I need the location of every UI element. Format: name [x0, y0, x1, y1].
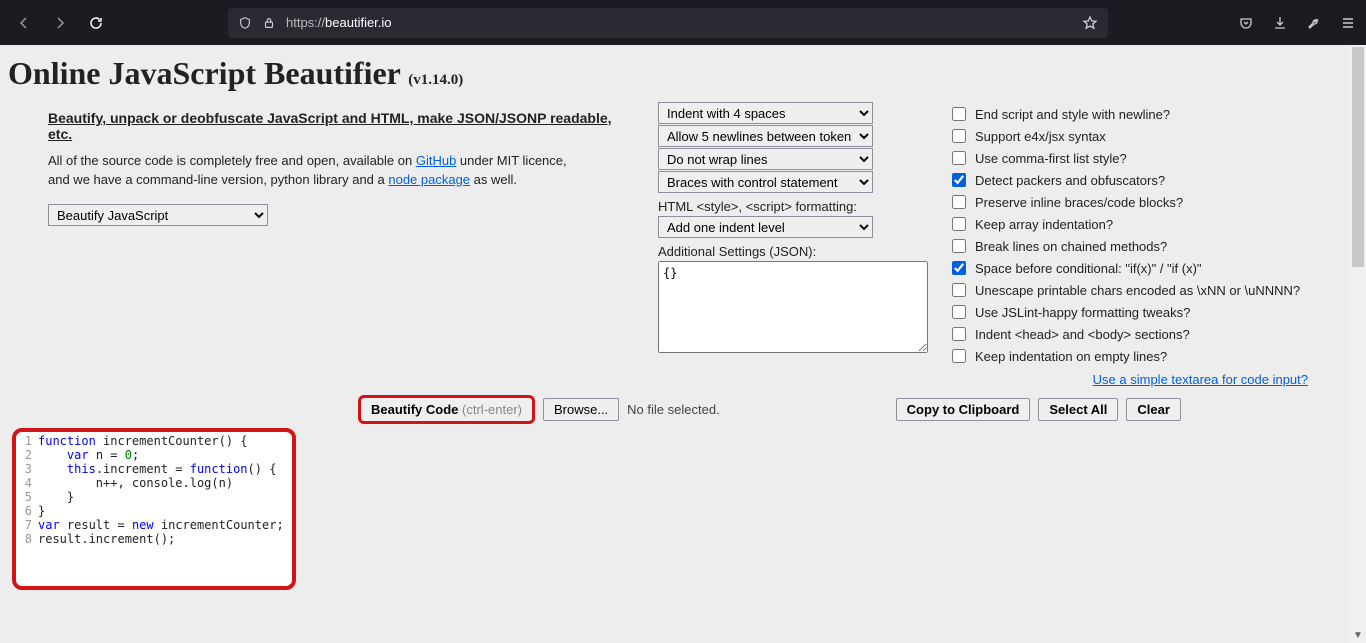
checkbox-row-11[interactable]: Keep indentation on empty lines?	[948, 346, 1308, 366]
page-title: Online JavaScript Beautifier (v1.14.0)	[8, 55, 1358, 92]
html-format-label: HTML <style>, <script> formatting:	[658, 199, 928, 214]
node-package-link[interactable]: node package	[388, 172, 470, 187]
checkbox-0[interactable]	[952, 107, 966, 121]
checkbox-10[interactable]	[952, 327, 966, 341]
browser-chrome: https://beautifier.io	[0, 0, 1366, 45]
blurb: All of the source code is completely fre…	[48, 152, 638, 190]
checkbox-label: Keep indentation on empty lines?	[975, 349, 1167, 364]
select-all-button[interactable]: Select All	[1038, 398, 1118, 421]
checkbox-5[interactable]	[952, 217, 966, 231]
chrome-right-icons	[1238, 15, 1356, 31]
checkbox-3[interactable]	[952, 173, 966, 187]
forward-button[interactable]	[46, 9, 74, 37]
browse-button[interactable]: Browse...	[543, 398, 619, 421]
checkbox-row-8[interactable]: Unescape printable chars encoded as \xNN…	[948, 280, 1308, 300]
html-format-select[interactable]: Add one indent level	[658, 216, 873, 238]
checkbox-row-9[interactable]: Use JSLint-happy formatting tweaks?	[948, 302, 1308, 322]
checkbox-row-3[interactable]: Detect packers and obfuscators?	[948, 170, 1308, 190]
checkbox-label: End script and style with newline?	[975, 107, 1170, 122]
bookmark-star-icon[interactable]	[1082, 15, 1098, 31]
wrap-select[interactable]: Do not wrap lines	[658, 148, 873, 170]
scroll-down-icon[interactable]: ▼	[1350, 627, 1366, 643]
checkbox-label: Support e4x/jsx syntax	[975, 129, 1106, 144]
checkbox-row-7[interactable]: Space before conditional: "if(x)" / "if …	[948, 258, 1308, 278]
additional-settings-textarea[interactable]	[658, 261, 928, 353]
checkbox-column: End script and style with newline? Suppor…	[948, 102, 1308, 387]
checkbox-1[interactable]	[952, 129, 966, 143]
code-editor[interactable]: 12345678 function incrementCounter() { v…	[16, 434, 292, 546]
checkbox-label: Use JSLint-happy formatting tweaks?	[975, 305, 1190, 320]
additional-settings-label: Additional Settings (JSON):	[658, 244, 928, 259]
checkbox-8[interactable]	[952, 283, 966, 297]
reload-button[interactable]	[82, 9, 110, 37]
checkbox-label: Unescape printable chars encoded as \xNN…	[975, 283, 1300, 298]
pocket-icon[interactable]	[1238, 15, 1254, 31]
description-column: Beautify, unpack or deobfuscate JavaScri…	[48, 102, 638, 226]
checkbox-label: Preserve inline braces/code blocks?	[975, 195, 1183, 210]
checkbox-9[interactable]	[952, 305, 966, 319]
clear-button[interactable]: Clear	[1126, 398, 1181, 421]
no-file-label: No file selected.	[627, 402, 720, 417]
checkbox-7[interactable]	[952, 261, 966, 275]
braces-select[interactable]: Braces with control statement	[658, 171, 873, 193]
checkbox-row-1[interactable]: Support e4x/jsx syntax	[948, 126, 1308, 146]
wrench-icon[interactable]	[1306, 15, 1322, 31]
checkbox-row-6[interactable]: Break lines on chained methods?	[948, 236, 1308, 256]
copy-button[interactable]: Copy to Clipboard	[896, 398, 1031, 421]
subtitle: Beautify, unpack or deobfuscate JavaScri…	[48, 110, 638, 142]
checkbox-label: Break lines on chained methods?	[975, 239, 1167, 254]
checkbox-4[interactable]	[952, 195, 966, 209]
checkbox-label: Detect packers and obfuscators?	[975, 173, 1165, 188]
shield-icon	[238, 16, 252, 30]
github-link[interactable]: GitHub	[416, 153, 456, 168]
use-textarea-link[interactable]: Use a simple textarea for code input?	[1093, 372, 1308, 387]
url-bar[interactable]: https://beautifier.io	[228, 8, 1108, 38]
checkbox-row-10[interactable]: Indent <head> and <body> sections?	[948, 324, 1308, 344]
back-button[interactable]	[10, 9, 38, 37]
download-icon[interactable]	[1272, 15, 1288, 31]
indent-select[interactable]: Indent with 4 spaces	[658, 102, 873, 124]
beautify-button[interactable]: Beautify Code (ctrl-enter)	[358, 395, 535, 424]
checkbox-label: Use comma-first list style?	[975, 151, 1127, 166]
vertical-scrollbar[interactable]: ▲ ▼	[1350, 45, 1366, 643]
checkbox-row-0[interactable]: End script and style with newline?	[948, 104, 1308, 124]
language-select[interactable]: Beautify JavaScript	[48, 204, 268, 226]
checkbox-row-4[interactable]: Preserve inline braces/code blocks?	[948, 192, 1308, 212]
checkbox-label: Keep array indentation?	[975, 217, 1113, 232]
checkbox-label: Indent <head> and <body> sections?	[975, 327, 1190, 342]
newlines-select[interactable]: Allow 5 newlines between tokens	[658, 125, 873, 147]
lock-icon	[262, 16, 276, 30]
checkbox-11[interactable]	[952, 349, 966, 363]
url-text: https://beautifier.io	[286, 15, 392, 30]
scrollbar-thumb[interactable]	[1352, 47, 1364, 267]
menu-icon[interactable]	[1340, 15, 1356, 31]
action-row: Beautify Code (ctrl-enter) Browse... No …	[8, 395, 1358, 424]
checkbox-row-5[interactable]: Keep array indentation?	[948, 214, 1308, 234]
settings-selects-column: Indent with 4 spaces Allow 5 newlines be…	[658, 102, 928, 356]
checkbox-6[interactable]	[952, 239, 966, 253]
checkbox-label: Space before conditional: "if(x)" / "if …	[975, 261, 1202, 276]
checkbox-2[interactable]	[952, 151, 966, 165]
page-content: Online JavaScript Beautifier (v1.14.0) B…	[0, 45, 1366, 590]
code-editor-highlight: 12345678 function incrementCounter() { v…	[12, 428, 296, 590]
checkbox-row-2[interactable]: Use comma-first list style?	[948, 148, 1308, 168]
